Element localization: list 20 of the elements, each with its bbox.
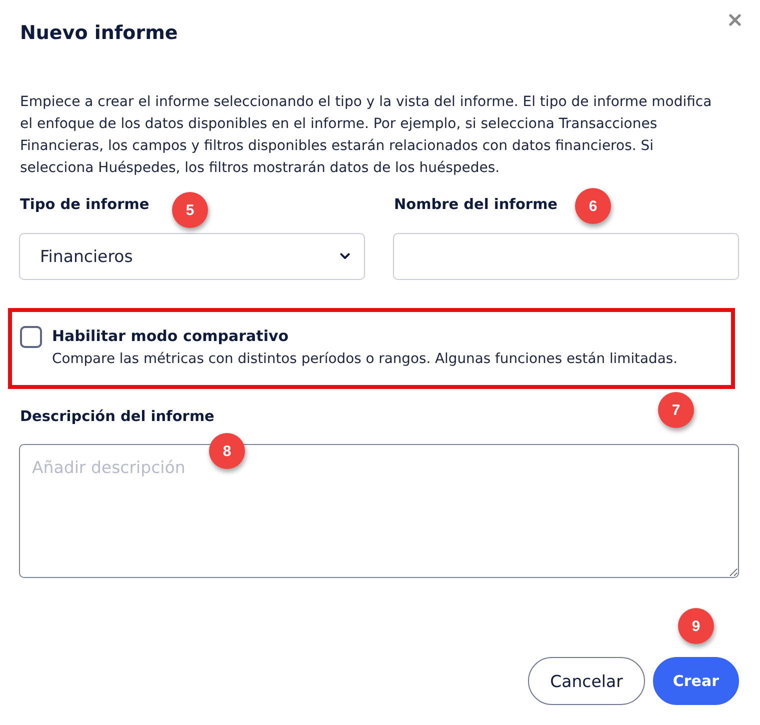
step-marker: 7 xyxy=(658,392,694,428)
comparative-checkbox[interactable] xyxy=(20,326,42,348)
report-type-select[interactable]: Financieros xyxy=(19,233,365,280)
step-marker: 9 xyxy=(678,608,714,644)
dialog-title: Nuevo informe xyxy=(20,22,178,44)
field-label: Descripción del informe xyxy=(19,408,214,427)
chevron-down-icon xyxy=(340,253,350,260)
checkbox-hint: Compare las métricas con distintos períodos o rangos. Algunas funciones están limitadas. xyxy=(52,350,678,369)
step-marker: 6 xyxy=(575,188,611,224)
cancel-button[interactable]: Cancelar xyxy=(528,657,645,705)
step-marker: 5 xyxy=(172,192,208,228)
intro-text: Empiece a crear el informe seleccionando el tipo y la vista del informe. El tipo de informe modifica el enfoque de los datos disponibles en el informe. Por ejemplo, si selecciona Transacciones Financieras, los campos y filtros disponibles estarán relacionados con datos financieros. Si selecciona Huéspedes, los filtros mostrarán datos de los huéspedes. xyxy=(20,93,713,178)
create-button[interactable]: Crear xyxy=(652,657,739,705)
report-name-input[interactable] xyxy=(393,233,739,280)
checkbox-label: Habilitar modo comparativo xyxy=(52,326,289,346)
close-button[interactable] xyxy=(729,14,741,26)
field-label: Tipo de informe xyxy=(19,196,150,215)
close-icon xyxy=(729,14,741,26)
step-marker: 8 xyxy=(209,433,245,469)
field-label: Nombre del informe xyxy=(393,196,558,215)
